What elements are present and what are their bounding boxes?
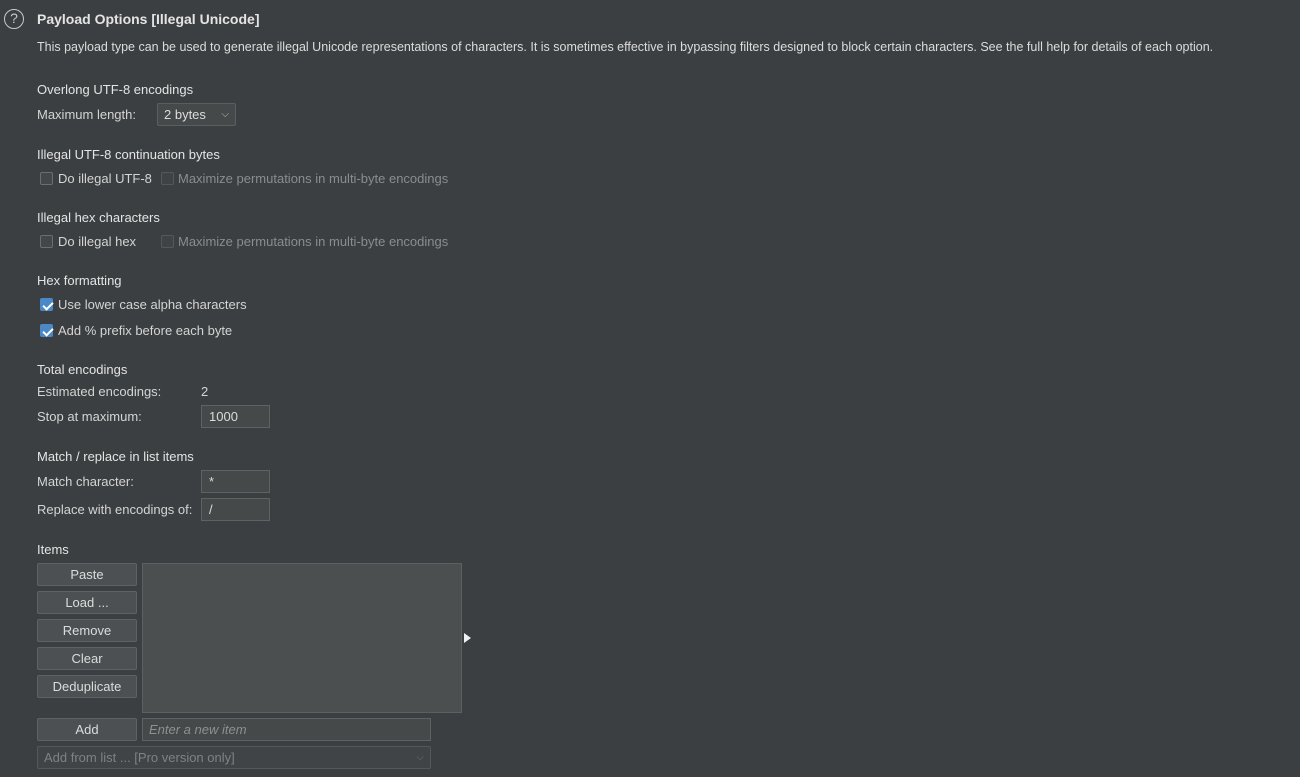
overlong-heading: Overlong UTF-8 encodings: [37, 82, 194, 97]
match-char-label: Match character:: [37, 474, 134, 489]
match-char-input[interactable]: *: [201, 470, 270, 493]
total-heading: Total encodings: [37, 362, 128, 377]
estimated-value: 2: [201, 384, 209, 399]
do-illegal-hex-label: Do illegal hex: [58, 234, 137, 249]
panel-title: Payload Options [Illegal Unicode]: [37, 11, 260, 27]
payload-options-panel: ? Payload Options [Illegal Unicode] This…: [0, 0, 1300, 777]
lower-case-checkbox[interactable]: [40, 298, 53, 311]
replace-input[interactable]: /: [201, 498, 270, 521]
do-illegal-utf8-checkbox[interactable]: [40, 172, 53, 185]
deduplicate-button[interactable]: Deduplicate: [37, 675, 137, 698]
chevron-down-icon: ⌵: [416, 752, 424, 763]
add-from-list-select[interactable]: Add from list ... [Pro version only] ⌵: [37, 746, 431, 769]
hexformat-heading: Hex formatting: [37, 273, 122, 288]
paste-button[interactable]: Paste: [37, 563, 137, 586]
help-icon[interactable]: ?: [4, 9, 24, 29]
add-button[interactable]: Add: [37, 718, 137, 741]
do-illegal-hex-checkbox[interactable]: [40, 235, 53, 248]
utf8-maximize-label: Maximize permutations in multi-byte enco…: [178, 171, 449, 186]
hexchars-heading: Illegal hex characters: [37, 210, 160, 225]
stop-at-max-input[interactable]: 1000: [201, 405, 270, 428]
hex-maximize-label: Maximize permutations in multi-byte enco…: [178, 234, 449, 249]
clear-button[interactable]: Clear: [37, 647, 137, 670]
replace-label: Replace with encodings of:: [37, 502, 193, 517]
do-illegal-utf8-label: Do illegal UTF-8: [58, 171, 152, 186]
max-length-label: Maximum length:: [37, 107, 136, 122]
load-button[interactable]: Load ...: [37, 591, 137, 614]
continuation-heading: Illegal UTF-8 continuation bytes: [37, 147, 220, 162]
utf8-maximize-checkbox[interactable]: [161, 172, 174, 185]
items-list[interactable]: [142, 563, 462, 713]
lower-case-label: Use lower case alpha characters: [58, 297, 247, 312]
percent-prefix-label: Add % prefix before each byte: [58, 323, 233, 338]
chevron-down-icon: ⌵: [221, 109, 229, 120]
items-heading: Items: [37, 542, 69, 557]
hex-maximize-checkbox[interactable]: [161, 235, 174, 248]
estimated-label: Estimated encodings:: [37, 384, 162, 399]
max-length-value: 2 bytes: [164, 107, 206, 122]
expand-arrow-icon[interactable]: [464, 633, 471, 643]
panel-description: This payload type can be used to generat…: [37, 40, 1214, 54]
remove-button[interactable]: Remove: [37, 619, 137, 642]
max-length-select[interactable]: 2 bytes ⌵: [157, 103, 236, 126]
stop-at-max-label: Stop at maximum:: [37, 409, 142, 424]
match-heading: Match / replace in list items: [37, 449, 194, 464]
new-item-input[interactable]: Enter a new item: [142, 718, 431, 741]
percent-prefix-checkbox[interactable]: [40, 324, 53, 337]
add-from-list-label: Add from list ... [Pro version only]: [44, 750, 235, 765]
